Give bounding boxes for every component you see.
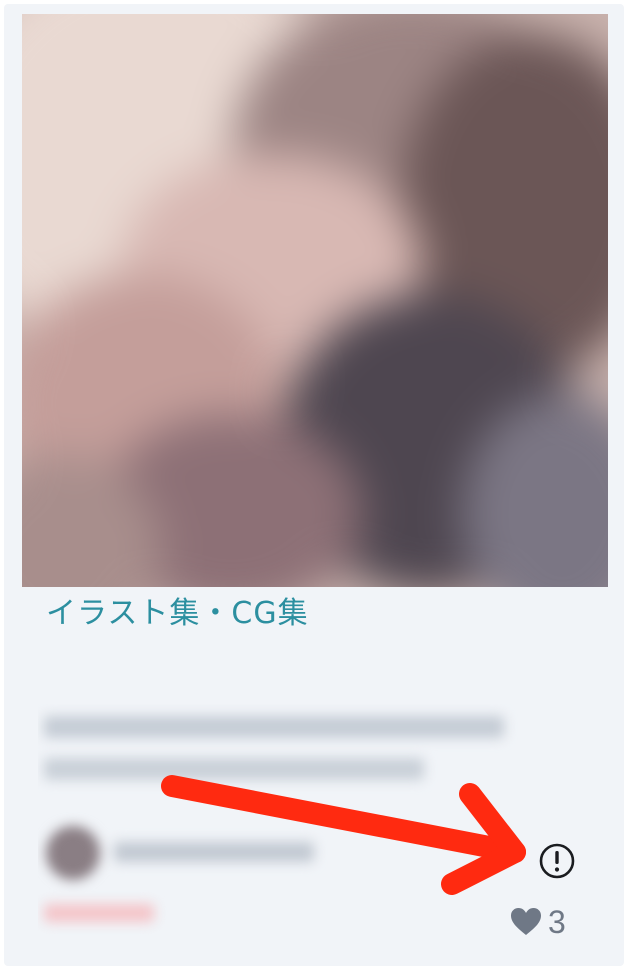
blurred-thumbnail-image[interactable] [22, 14, 608, 587]
like-counter[interactable]: 3 [510, 902, 566, 942]
report-exclamation-icon [539, 843, 575, 879]
heart-icon [511, 908, 541, 935]
thumbnail-blur-layer [22, 14, 608, 587]
page: イラスト集・CG集 3 [0, 0, 630, 972]
report-button[interactable] [534, 838, 580, 884]
like-count: 3 [548, 904, 566, 940]
work-card[interactable]: イラスト集・CG集 3 [4, 4, 624, 966]
category-link[interactable]: イラスト集・CG集 [46, 592, 309, 636]
